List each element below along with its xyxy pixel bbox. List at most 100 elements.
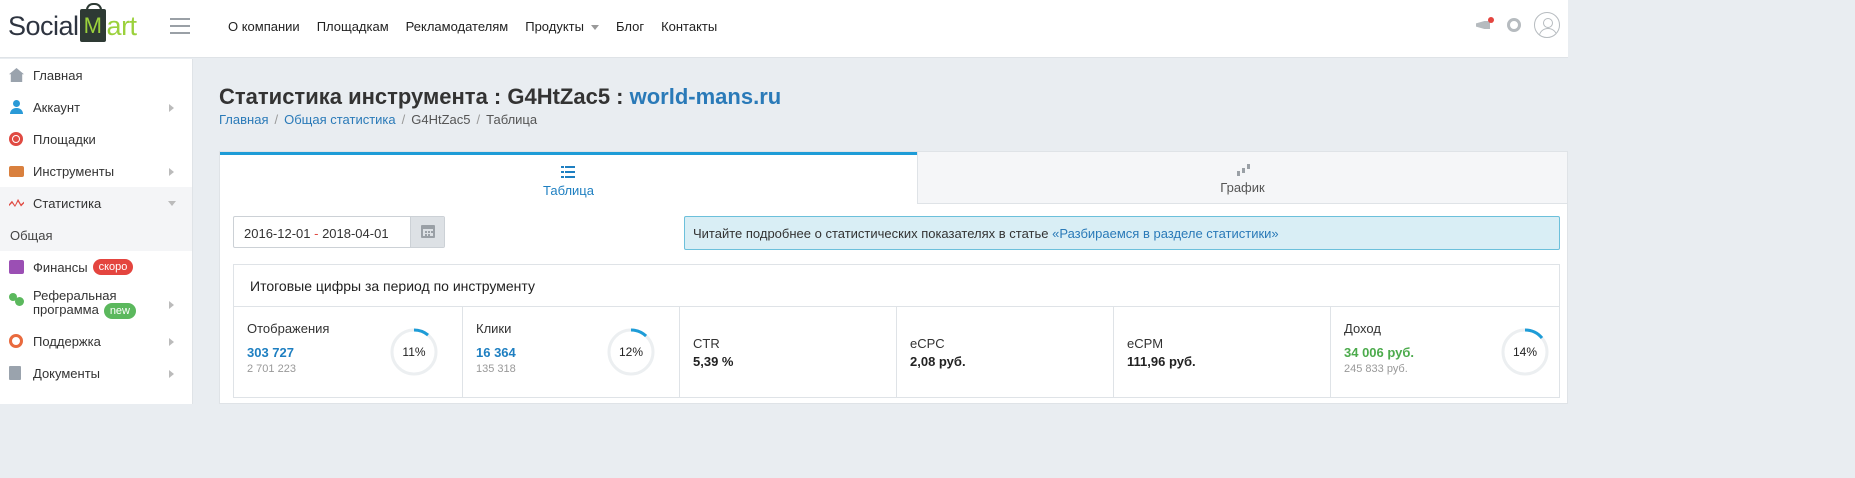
logo[interactable]: Social Mart [8, 3, 138, 48]
metric-name: Отображения [247, 321, 330, 336]
breadcrumb-tool: G4HtZac5 [411, 112, 471, 127]
breadcrumb-general-stats[interactable]: Общая статистика [284, 112, 396, 127]
sidebar-item-label: Документы [33, 365, 101, 381]
logo-text-art: art [106, 11, 138, 41]
top-icons [1476, 12, 1560, 38]
calendar-button[interactable] [410, 217, 444, 247]
top-nav: О компании Площадкам Рекламодателям Прод… [228, 19, 717, 34]
percent-ring: 14% [1501, 328, 1549, 376]
metric-value: 2,08 руб. [910, 354, 966, 369]
chevron-right-icon [169, 338, 174, 346]
home-icon [9, 68, 24, 82]
label-line2: программа [33, 302, 99, 317]
page-title-site-link[interactable]: world-mans.ru [630, 84, 782, 109]
sidebar-item-documents[interactable]: Документы [0, 357, 192, 389]
tab-label: Таблица [543, 183, 594, 198]
metric-name: eCPM [1127, 336, 1164, 351]
breadcrumb-current: Таблица [486, 112, 538, 127]
sidebar-item-label: Площадки [33, 131, 96, 147]
sidebar-item-label: Главная [33, 67, 83, 83]
users-icon [9, 292, 24, 306]
breadcrumb-separator: / [274, 112, 279, 127]
metric-ecpm: eCPM 111,96 руб. [1114, 307, 1331, 397]
soon-badge: скоро [92, 259, 134, 275]
metric-value: 34 006 руб. [1344, 345, 1415, 360]
page-title: Статистика инструмента : G4HtZac5 : worl… [219, 84, 781, 110]
chevron-right-icon [169, 301, 174, 309]
main-content: Статистика инструмента : G4HtZac5 : worl… [193, 59, 1568, 404]
support-lifebuoy-icon[interactable] [1507, 18, 1521, 32]
percent-label: 14% [1512, 345, 1538, 359]
sidebar-item-account[interactable]: Аккаунт [0, 91, 192, 123]
lifebuoy-icon [9, 334, 23, 348]
nav-about[interactable]: О компании [228, 19, 300, 34]
chevron-right-icon [169, 168, 174, 176]
chevron-right-icon [169, 370, 174, 378]
date-end: 2018-04-01 [322, 226, 389, 241]
metric-name: eCPC [910, 336, 945, 351]
new-badge: new [103, 303, 136, 319]
notifications-megaphone-icon[interactable] [1476, 17, 1494, 32]
tab-table[interactable]: Таблица [220, 152, 917, 204]
breadcrumb-home[interactable]: Главная [219, 112, 268, 127]
info-article-link[interactable]: «Разбираемся в разделе статистики» [1052, 226, 1279, 241]
nav-contacts[interactable]: Контакты [661, 19, 717, 34]
sidebar-item-support[interactable]: Поддержка [0, 325, 192, 357]
nav-products[interactable]: Продукты [525, 19, 599, 34]
info-text: Читайте подробнее о статистических показ… [693, 226, 1053, 241]
metric-ecpc: eCPC 2,08 руб. [897, 307, 1114, 397]
metric-income: Доход 34 006 руб. 245 833 руб. 14% [1331, 307, 1559, 397]
view-tabs: Таблица График [220, 152, 1567, 204]
sidebar-item-tools[interactable]: Инструменты [0, 155, 192, 187]
breadcrumb-separator: / [401, 112, 406, 127]
date-range-value: 2016-12-01 - 2018-04-01 [244, 226, 389, 241]
percent-label: 12% [618, 345, 644, 359]
tab-label: График [1220, 180, 1265, 195]
date-start: 2016-12-01 [244, 226, 311, 241]
pulse-chart-icon [9, 196, 24, 210]
info-alert: Читайте подробнее о статистических показ… [684, 216, 1560, 250]
bar-chart-icon [1237, 164, 1251, 176]
logo-bag-icon: M [79, 3, 106, 42]
user-avatar-icon[interactable] [1534, 12, 1560, 38]
percent-label: 11% [402, 345, 426, 359]
metric-total: 245 833 руб. [1344, 363, 1408, 375]
chevron-down-icon [590, 25, 599, 31]
briefcase-icon [9, 166, 24, 177]
breadcrumb-separator: / [476, 112, 481, 127]
date-range-picker[interactable]: 2016-12-01 - 2018-04-01 [233, 216, 445, 248]
wallet-icon [9, 260, 24, 274]
nav-advertisers[interactable]: Рекламодателям [406, 19, 509, 34]
page-title-text: Статистика инструмента : G4HtZac5 : [219, 84, 630, 109]
sidebar-item-label: Финансы [33, 259, 88, 275]
sidebar-item-referral[interactable]: Реферальная программа new [0, 283, 192, 325]
totals-header: Итоговые цифры за период по инструменту [234, 265, 1559, 307]
nav-products-label: Продукты [525, 19, 584, 34]
sidebar-item-label: Аккаунт [33, 99, 81, 115]
metric-name: Доход [1344, 321, 1381, 336]
sidebar-item-label: Статистика [33, 195, 102, 211]
sidebar-item-statistics[interactable]: Статистика [0, 187, 192, 219]
metric-total: 2 701 223 [247, 363, 296, 375]
sidebar-item-label: Поддержка [33, 333, 101, 349]
breadcrumb: Главная / Общая статистика / G4HtZac5 / Таблиц… [219, 112, 537, 127]
metric-value: 16 364 [476, 345, 516, 360]
tab-chart[interactable]: График [917, 152, 1567, 204]
globe-icon [9, 132, 23, 146]
document-icon [9, 366, 21, 380]
metric-ctr: CTR 5,39 % [680, 307, 897, 397]
metric-name: CTR [693, 336, 720, 351]
totals-panel: Итоговые цифры за период по инструменту … [233, 264, 1560, 398]
menu-toggle-icon[interactable] [170, 18, 190, 34]
percent-ring: 11% [390, 328, 438, 376]
sidebar-item-finance[interactable]: Финансы скоро [0, 251, 192, 283]
nav-blog[interactable]: Блог [616, 19, 644, 34]
nav-publishers[interactable]: Площадкам [317, 19, 389, 34]
metric-value: 5,39 % [693, 354, 734, 369]
sidebar-item-sites[interactable]: Площадки [0, 123, 192, 155]
sidebar-subitem-general[interactable]: Общая [0, 219, 192, 251]
sidebar-item-home[interactable]: Главная [0, 59, 192, 91]
metric-name: Клики [476, 321, 512, 336]
stats-card: Таблица График 2016-12-01 - 2018-04-01 Ч… [219, 151, 1568, 404]
chevron-down-icon [168, 201, 176, 206]
